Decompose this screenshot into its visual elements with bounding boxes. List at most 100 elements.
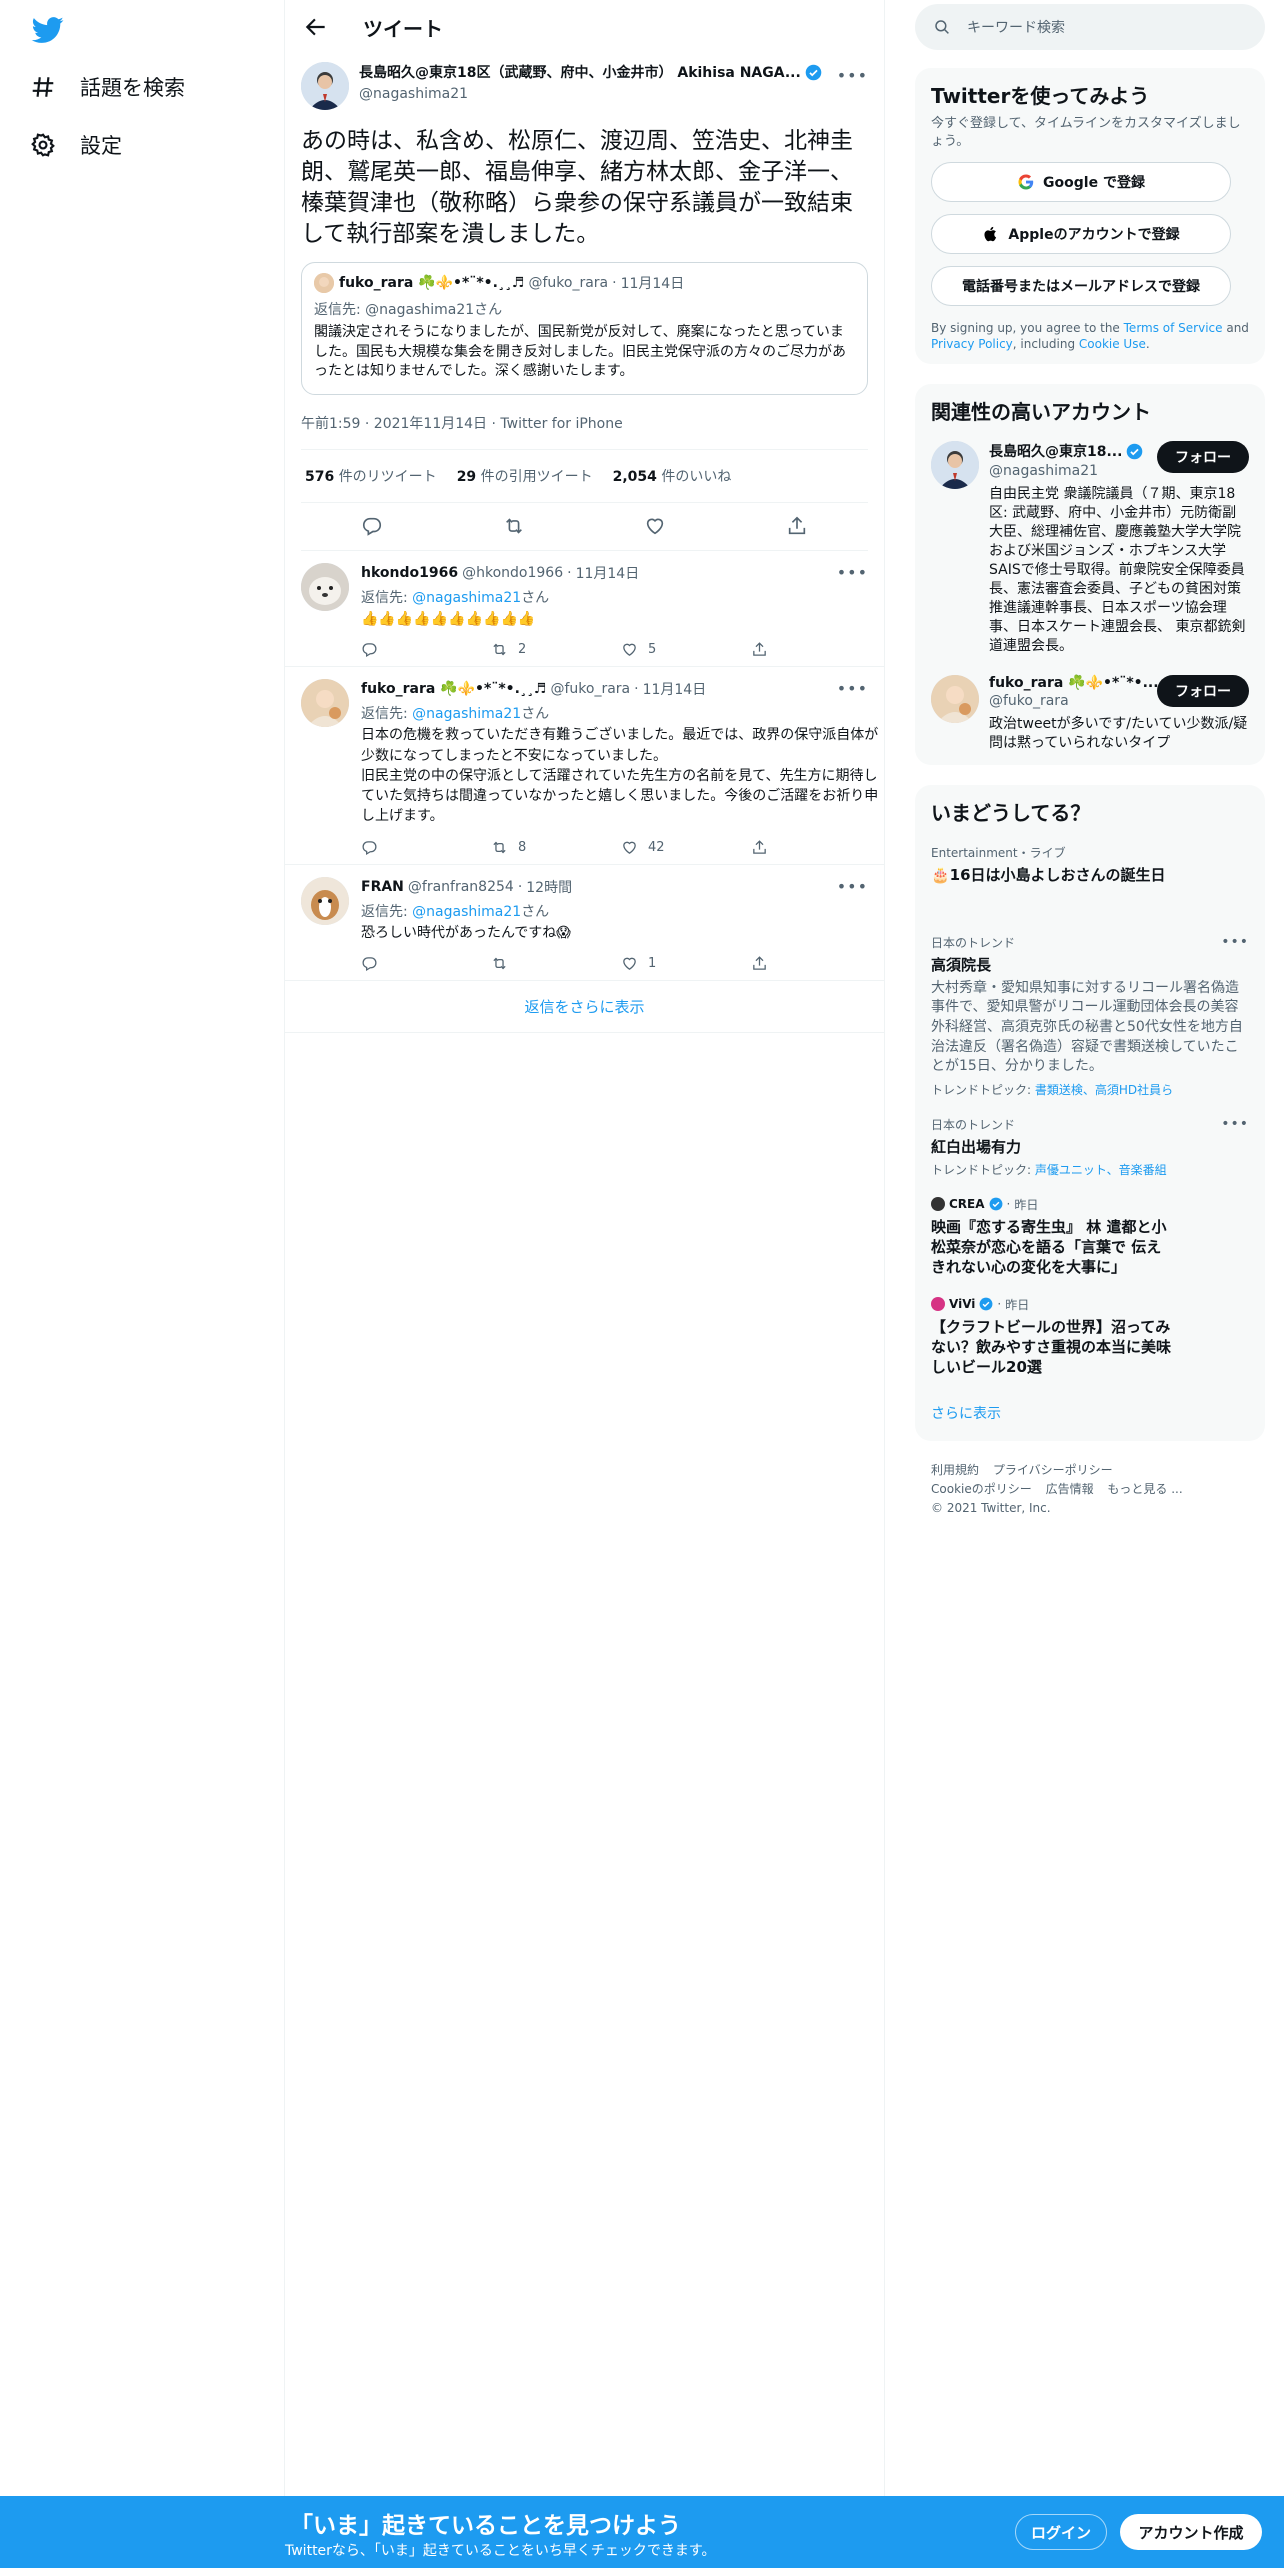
related-account[interactable]: fuko_rara ☘️⚜️•*¨*•... @fuko_rara 政治twee… — [931, 675, 1249, 753]
reply-reply-button[interactable] — [361, 641, 491, 658]
retweet-icon[interactable] — [503, 515, 525, 537]
reply-author-handle[interactable]: @hkondo1966 — [462, 565, 563, 581]
reply-retweet-button[interactable]: 8 — [491, 839, 621, 856]
author-name-row[interactable]: 長島昭久@東京18区（武蔵野、府中、小金井市） Akihisa NAGA... — [359, 62, 829, 82]
author-handle[interactable]: @nagashima21 — [359, 86, 829, 102]
trends-show-more-link[interactable]: さらに表示 — [931, 1403, 1249, 1429]
search-box[interactable] — [915, 4, 1265, 50]
share-icon[interactable] — [786, 515, 808, 537]
tweet-timestamp[interactable]: 午前1:59 · 2021年11月14日 · Twitter for iPhon… — [301, 413, 868, 450]
footer-link-privacy[interactable]: プライバシーポリシー — [993, 1463, 1113, 1477]
google-signup-button[interactable]: Google で登録 — [931, 162, 1231, 203]
twitter-logo-icon[interactable] — [30, 14, 66, 46]
news-item[interactable]: CREA · 昨日 映画『恋する寄生虫』 林 遣都と小松菜奈が恋心を語る「言葉で… — [931, 1196, 1171, 1278]
trend-topics-links[interactable]: 声優ユニット、音楽番組 — [1035, 1163, 1167, 1177]
more-options-icon[interactable]: ••• — [1221, 934, 1249, 950]
avatar[interactable] — [931, 441, 979, 490]
back-arrow-icon[interactable] — [303, 14, 329, 40]
reply-share-button[interactable] — [751, 641, 881, 658]
avatar[interactable] — [301, 562, 349, 611]
avatar[interactable] — [301, 876, 349, 925]
reply-retweet-count: 8 — [518, 839, 527, 855]
more-options-icon[interactable]: ••• — [837, 679, 868, 698]
quote-count[interactable]: 29 件の引用ツイート — [457, 466, 593, 486]
reply-like-button[interactable]: 1 — [621, 955, 751, 972]
avatar[interactable] — [301, 62, 349, 110]
privacy-policy-link[interactable]: Privacy Policy — [931, 337, 1013, 351]
more-options-icon[interactable]: ••• — [837, 877, 868, 896]
footer-link-terms[interactable]: 利用規約 — [931, 1463, 979, 1477]
replyto-prefix: 返信先: — [361, 903, 413, 920]
cookie-use-link[interactable]: Cookie Use — [1079, 337, 1146, 351]
reply-date[interactable]: 12時間 — [526, 877, 572, 897]
verified-badge-icon — [805, 64, 822, 80]
terms-of-service-link[interactable]: Terms of Service — [1124, 321, 1223, 335]
reply-icon — [362, 643, 377, 658]
reply-share-button[interactable] — [751, 955, 881, 972]
reply-like-button[interactable]: 42 — [621, 839, 751, 856]
replyto-prefix: 返信先: — [361, 589, 413, 606]
trend-item[interactable]: Entertainment・ライブ 🎂16日は小島よしおさんの誕生日 — [931, 844, 1249, 885]
reply-like-count: 1 — [648, 956, 657, 972]
trend-topics-links[interactable]: 書類送検、高須HD社員ら — [1035, 1083, 1173, 1097]
follow-button[interactable]: フォロー — [1157, 441, 1249, 474]
trend-topics-label: トレンドトピック: — [931, 1082, 1035, 1097]
reply-icon[interactable] — [361, 515, 383, 537]
nav-explore[interactable]: 話題を検索 — [30, 67, 185, 107]
reply-item[interactable]: fuko_rara ☘️⚜️•*¨*•.¸¸♬ @fuko_rara · 11月… — [285, 667, 884, 865]
replyto-handle-link[interactable]: @nagashima21 — [412, 904, 521, 920]
apple-signup-button[interactable]: Appleのアカウントで登録 — [931, 214, 1231, 255]
reply-item[interactable]: hkondo1966 @hkondo1966 · 11月14日 返信先: @na… — [285, 551, 884, 668]
reply-icon — [362, 957, 377, 972]
more-options-icon[interactable]: ••• — [1221, 1116, 1249, 1132]
news-item[interactable]: ViVi · 昨日 【クラフトビールの世界】沼ってみない？飲みやすさ重視の本当に… — [931, 1296, 1171, 1378]
footer-link-more[interactable]: もっと見る ... — [1107, 1482, 1182, 1496]
footer-link-ads[interactable]: 広告情報 — [1046, 1482, 1094, 1496]
avatar[interactable] — [301, 679, 349, 728]
reply-author-handle[interactable]: @franfran8254 — [408, 879, 514, 895]
reply-like-button[interactable]: 5 — [621, 641, 751, 658]
retweet-count[interactable]: 576 件のリツイート — [305, 466, 437, 486]
reply-reply-button[interactable] — [361, 955, 491, 972]
reply-date[interactable]: 11月14日 — [643, 679, 707, 699]
more-options-icon[interactable]: ••• — [837, 563, 868, 582]
follow-button[interactable]: フォロー — [1157, 675, 1249, 708]
more-options-icon[interactable]: ••• — [837, 66, 868, 85]
reply-author-handle[interactable]: @fuko_rara — [550, 681, 630, 697]
author-name[interactable]: 長島昭久@東京18区（武蔵野、府中、小金井市） Akihisa NAGA... — [359, 62, 801, 82]
phone-email-signup-button[interactable]: 電話番号またはメールアドレスで登録 — [931, 266, 1231, 307]
like-icon[interactable] — [644, 515, 666, 537]
like-count[interactable]: 2,054 件のいいね — [613, 466, 732, 486]
replyto-prefix: 返信先: — [361, 706, 413, 723]
show-more-replies-link[interactable]: 返信をさらに表示 — [285, 981, 884, 1034]
trend-item[interactable]: 日本のトレンド 紅白出場有力 トレンドトピック: 声優ユニット、音楽番組 ••• — [931, 1116, 1249, 1178]
reply-date[interactable]: 11月14日 — [576, 563, 640, 583]
related-account[interactable]: 長島昭久@東京18... @nagashima21 自由民主党 衆議院議員（７期… — [931, 441, 1249, 655]
replyto-suffix: さん — [521, 589, 550, 606]
trend-description: 大村秀章・愛知県知事に対するリコール署名偽造事件で、愛知県警がリコール運動団体会… — [931, 979, 1243, 1075]
reply-header: FRAN @franfran8254 · 12時間 — [361, 877, 881, 897]
trend-topics-label: トレンドトピック: — [931, 1162, 1035, 1177]
reply-item[interactable]: FRAN @franfran8254 · 12時間 返信先: @nagashim… — [285, 865, 884, 982]
reply-author-name[interactable]: FRAN — [361, 879, 404, 895]
reply-text: 👍👍👍👍👍👍👍👍👍👍 — [361, 610, 536, 627]
reply-share-button[interactable] — [751, 839, 881, 856]
avatar[interactable] — [931, 675, 979, 724]
create-account-button[interactable]: アカウント作成 — [1120, 2514, 1262, 2550]
trend-item[interactable]: 日本のトレンド 高須院長 大村秀章・愛知県知事に対するリコール署名偽造事件で、愛… — [931, 934, 1249, 1098]
reply-author-name[interactable]: hkondo1966 — [361, 565, 458, 581]
trend-context: 日本のトレンド — [931, 1117, 1016, 1132]
quoted-tweet[interactable]: fuko_rara ☘️⚜️•*¨*•.¸¸♬ @fuko_rara · 11月… — [301, 262, 868, 395]
footer-link-cookie[interactable]: Cookieのポリシー — [931, 1482, 1032, 1496]
reply-retweet-button[interactable]: 2 — [491, 641, 621, 658]
login-button[interactable]: ログイン — [1015, 2514, 1107, 2550]
reply-retweet-button[interactable] — [491, 955, 621, 972]
replyto-handle-link[interactable]: @nagashima21 — [412, 706, 521, 722]
replyto-handle-link[interactable]: @nagashima21 — [412, 590, 521, 606]
search-input[interactable] — [967, 19, 1217, 35]
reply-author-name[interactable]: fuko_rara ☘️⚜️•*¨*•.¸¸♬ — [361, 681, 546, 697]
related-account-name[interactable]: 長島昭久@東京18... — [989, 441, 1122, 461]
nav-settings[interactable]: 設定 — [30, 125, 122, 165]
related-title: 関連性の高いアカウント — [931, 400, 1151, 425]
reply-reply-button[interactable] — [361, 839, 491, 856]
